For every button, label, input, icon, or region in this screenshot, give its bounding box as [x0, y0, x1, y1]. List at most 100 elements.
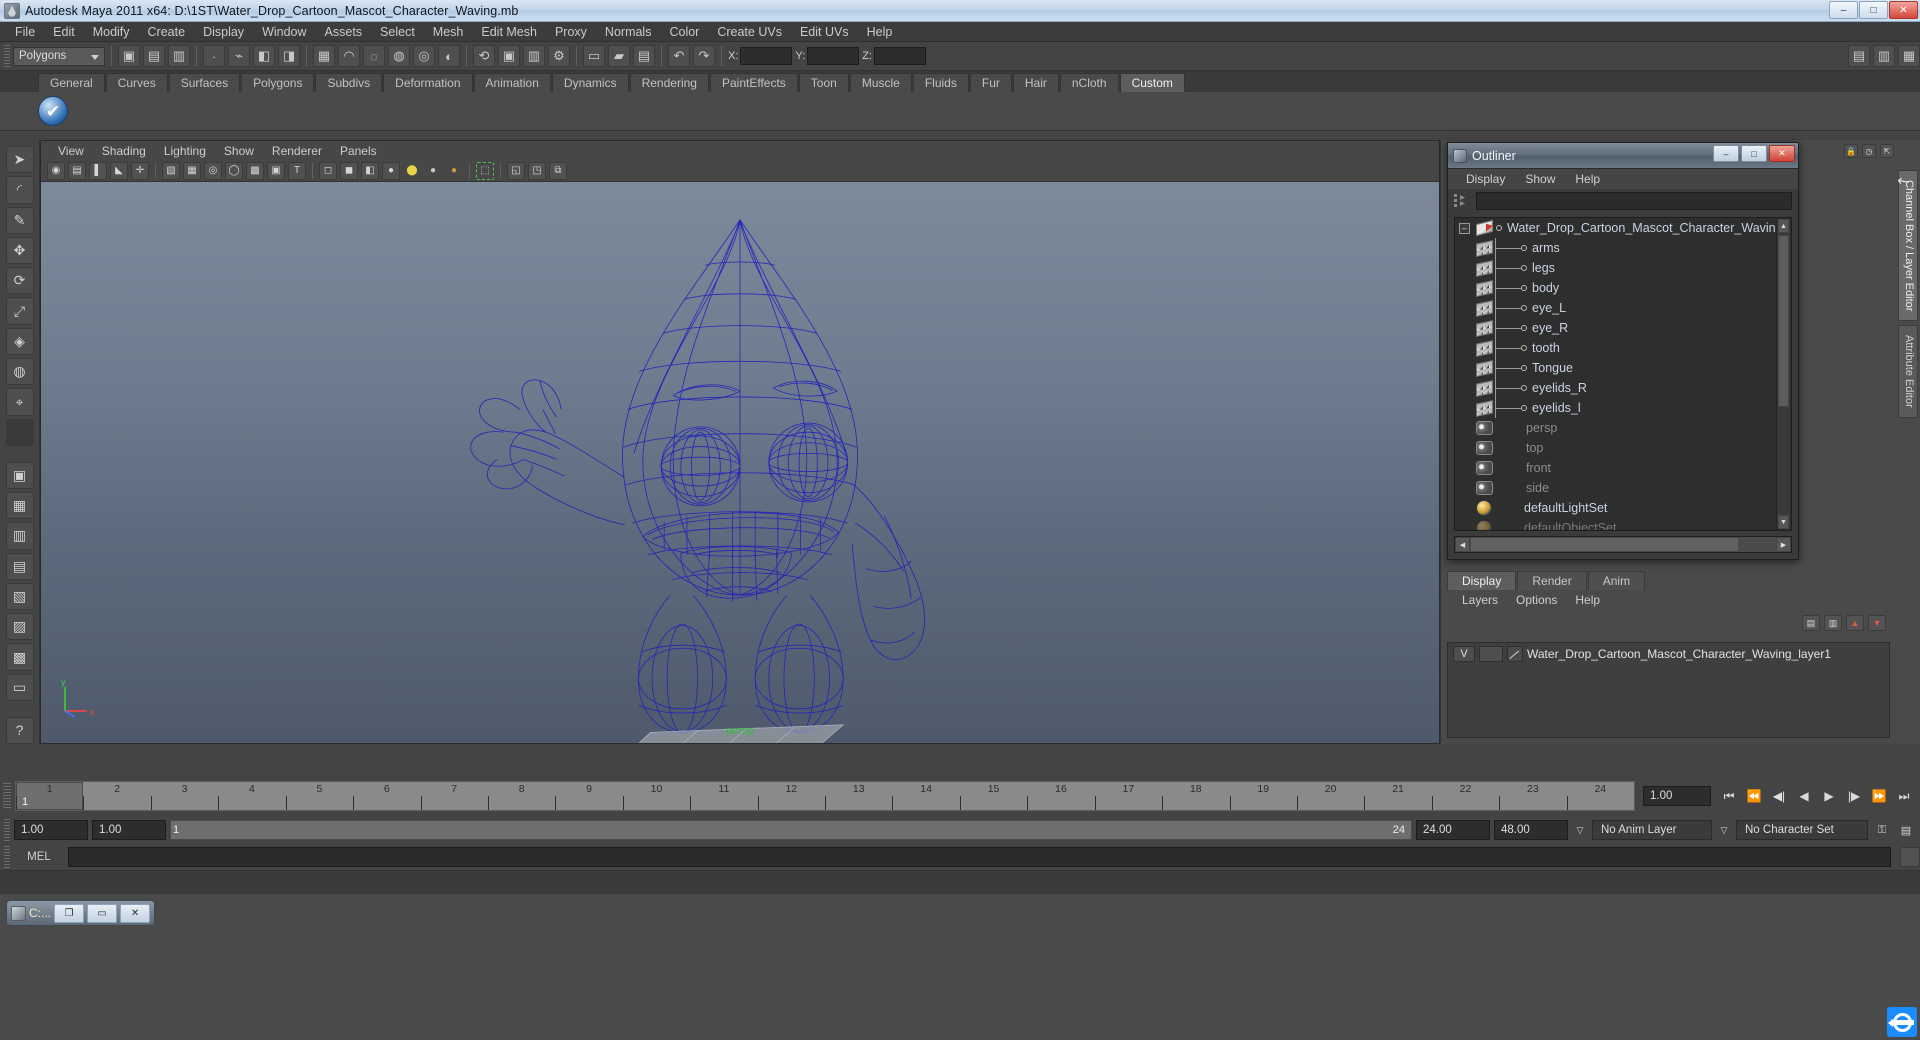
shelf-tab-general[interactable]: General — [38, 73, 105, 92]
outliner-row-root[interactable]: – Water_Drop_Cartoon_Mascot_Character_Wa… — [1455, 218, 1791, 238]
script-editor-icon[interactable] — [1900, 847, 1920, 867]
show-hide-attribute-editor-icon[interactable]: ▥ — [1873, 45, 1895, 67]
quick-layout-two-stacked-icon[interactable]: ▩ — [6, 643, 34, 670]
outliner-row-eye-l[interactable]: eye_L — [1455, 298, 1791, 318]
open-new-icon[interactable]: ▭ — [583, 45, 605, 67]
go-to-end-button[interactable]: ⏭ — [1894, 786, 1914, 806]
scroll-right-arrow-icon[interactable]: ▶ — [1776, 537, 1791, 552]
taskbar-item[interactable]: C:... ❐ ▭ ✕ — [6, 900, 155, 926]
command-language-label[interactable]: MEL — [15, 851, 63, 863]
outliner-row-arms[interactable]: arms — [1455, 238, 1791, 258]
outliner-search-input[interactable] — [1476, 192, 1792, 210]
layer-color-swatch[interactable] — [1507, 646, 1523, 662]
layer-tab-anim[interactable]: Anim — [1588, 571, 1645, 590]
snap-curve-icon[interactable]: ◠ — [338, 45, 360, 67]
field-chart-icon[interactable]: ▩ — [246, 162, 264, 180]
tab-channel-box-layer-editor[interactable]: Channel Box / Layer Editor — [1898, 170, 1918, 321]
viewport-menu-view[interactable]: View — [49, 144, 93, 158]
taskbar-maximize-button[interactable]: ▭ — [87, 904, 117, 923]
outliner-row-front[interactable]: front — [1455, 458, 1791, 478]
shelf-tab-rendering[interactable]: Rendering — [630, 73, 709, 92]
time-slider-track[interactable]: 1 12345678910111213141516171819202122232… — [15, 781, 1635, 811]
history-icon[interactable]: ⟲ — [473, 45, 495, 67]
use-all-lights-icon[interactable]: ⬤ — [403, 162, 421, 180]
two-d-pan-zoom-icon[interactable]: ✛ — [131, 162, 149, 180]
select-tool[interactable]: ➤ — [6, 146, 34, 173]
smooth-shade-all-icon[interactable]: ◼ — [340, 162, 358, 180]
wireframe-icon[interactable]: ◻ — [319, 162, 337, 180]
outliner-row-legs[interactable]: legs — [1455, 258, 1791, 278]
outliner-horizontal-scrollbar[interactable]: ◀ ▶ — [1454, 536, 1792, 553]
y-input[interactable] — [807, 47, 859, 65]
camera-attributes-icon[interactable]: ▤ — [68, 162, 86, 180]
redo-icon[interactable]: ↷ — [693, 45, 715, 67]
quick-layout-outliner-persp-icon[interactable]: ▥ — [6, 522, 34, 549]
shelf-tab-custom[interactable]: Custom — [1120, 73, 1185, 92]
anim-layer-field[interactable]: No Anim Layer — [1592, 820, 1712, 840]
outliner-menu-help[interactable]: Help — [1565, 172, 1610, 186]
menu-mesh[interactable]: Mesh — [424, 23, 473, 41]
outliner-vertical-scrollbar[interactable]: ▲ ▼ — [1776, 219, 1790, 529]
image-plane-icon[interactable]: ◣ — [110, 162, 128, 180]
safe-action-icon[interactable]: ▣ — [267, 162, 285, 180]
outliner-menu-display[interactable]: Display — [1456, 172, 1515, 186]
layer-visibility-toggle[interactable]: V — [1453, 646, 1475, 662]
safe-title-icon[interactable]: T — [288, 162, 306, 180]
move-layer-down-icon[interactable]: ▼ — [1868, 615, 1886, 631]
layer-tab-display[interactable]: Display — [1447, 571, 1516, 590]
move-tool[interactable]: ✥ — [6, 237, 34, 264]
taskbar-close-button[interactable]: ✕ — [120, 904, 150, 923]
menu-create-uvs[interactable]: Create UVs — [708, 23, 791, 41]
step-back-frame-button[interactable]: ◀| — [1769, 786, 1789, 806]
help-icon[interactable]: ? — [6, 717, 34, 744]
layer-menu-layers[interactable]: Layers — [1453, 593, 1507, 607]
character-set-field[interactable]: No Character Set — [1736, 820, 1868, 840]
layer-menu-help[interactable]: Help — [1566, 593, 1609, 607]
z-input[interactable] — [874, 47, 926, 65]
shelf-tab-painteffects[interactable]: PaintEffects — [710, 73, 798, 92]
last-tool-used-slot[interactable] — [6, 419, 34, 446]
component-line-icon[interactable]: ⌁ — [228, 45, 250, 67]
x-input[interactable] — [740, 47, 792, 65]
menu-display[interactable]: Display — [194, 23, 253, 41]
step-back-key-button[interactable]: ⏪ — [1744, 786, 1764, 806]
outliner-row-eyelids-l[interactable]: eyelids_l — [1455, 398, 1791, 418]
undo-icon[interactable]: ↶ — [668, 45, 690, 67]
new-layer-icon[interactable]: ▤ — [1802, 615, 1820, 631]
ipr-render-icon[interactable]: ▥ — [523, 45, 545, 67]
hscroll-track[interactable] — [1470, 537, 1776, 552]
menu-color[interactable]: Color — [660, 23, 708, 41]
snap-view-plane-icon[interactable]: ◎ — [413, 45, 435, 67]
shelf-tab-surfaces[interactable]: Surfaces — [169, 73, 240, 92]
close-button[interactable]: ✕ — [1889, 1, 1918, 19]
shelf-tab-ncloth[interactable]: nCloth — [1060, 73, 1119, 92]
grid-display-icon[interactable]: ▧ — [162, 162, 180, 180]
component-uv-icon[interactable]: ◨ — [278, 45, 300, 67]
maximize-button[interactable]: □ — [1859, 1, 1888, 19]
character-set-dropdown-icon[interactable]: ▽ — [1716, 821, 1732, 839]
taskbar-restore-button[interactable]: ❐ — [54, 904, 84, 923]
shelf-tab-subdivs[interactable]: Subdivs — [315, 73, 382, 92]
snap-projected-icon[interactable]: ◍ — [388, 45, 410, 67]
outliner-minimize-button[interactable]: – — [1713, 145, 1739, 162]
shelf-tab-polygons[interactable]: Polygons — [241, 73, 314, 92]
step-forward-key-button[interactable]: ⏩ — [1869, 786, 1889, 806]
current-frame-field[interactable]: 1.00 — [1643, 786, 1711, 806]
quick-layout-hypershade-icon[interactable]: ▧ — [6, 583, 34, 610]
save-scene-icon[interactable]: ▤ — [633, 45, 655, 67]
viewport-menu-panels[interactable]: Panels — [331, 144, 386, 158]
range-bar[interactable]: 1 24 — [170, 820, 1412, 840]
play-forwards-button[interactable]: ▶ — [1819, 786, 1839, 806]
menu-edit-mesh[interactable]: Edit Mesh — [472, 23, 546, 41]
outliner-row-defaultlightset[interactable]: defaultLightSet — [1455, 498, 1791, 518]
hardware-texturing-icon[interactable]: ⧉ — [549, 162, 567, 180]
command-input[interactable] — [68, 847, 1891, 867]
time-slider-grip[interactable] — [3, 783, 11, 809]
anim-layer-dropdown-icon[interactable]: ▽ — [1572, 821, 1588, 839]
channelbox-clock-icon[interactable]: ◷ — [1862, 144, 1876, 158]
layer-list[interactable]: V Water_Drop_Cartoon_Mascot_Character_Wa… — [1447, 642, 1890, 738]
shelf-tab-fur[interactable]: Fur — [970, 73, 1012, 92]
menu-edit[interactable]: Edit — [44, 23, 84, 41]
outliner-expander[interactable]: – — [1459, 223, 1470, 234]
rotate-tool[interactable]: ⟳ — [6, 267, 34, 294]
